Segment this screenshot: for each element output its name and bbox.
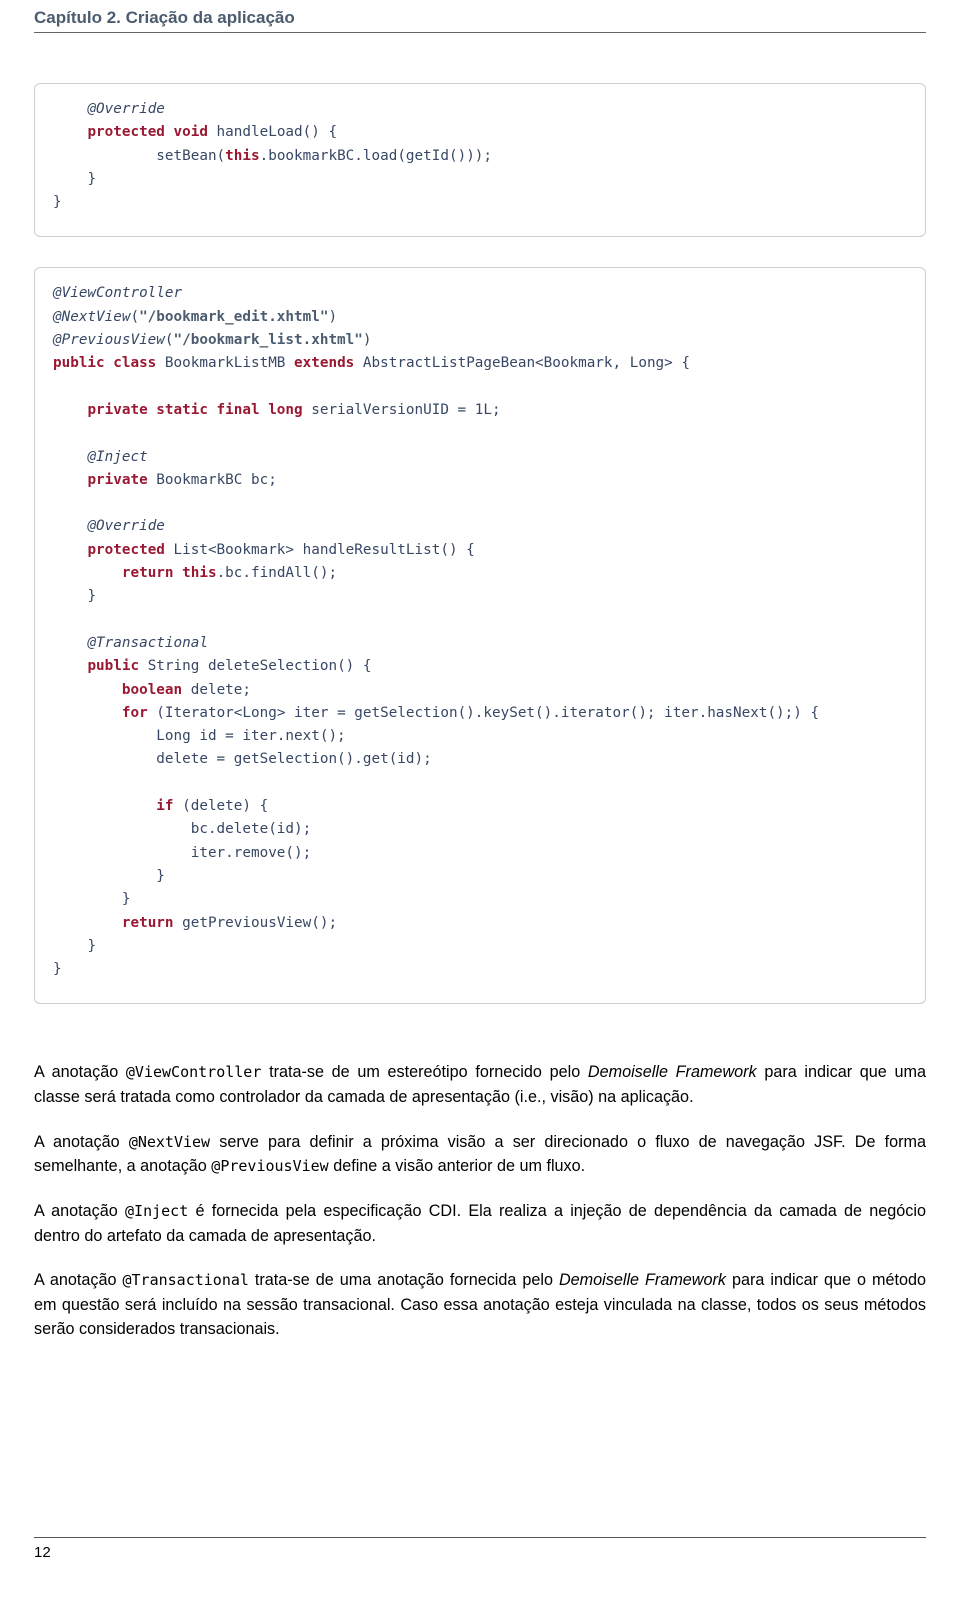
code-panel-1: @Override protected void handleLoad() { … — [34, 83, 926, 237]
paragraph-inject: A anotação @Inject é fornecida pela espe… — [34, 1199, 926, 1248]
inline-code-nextview: @NextView — [129, 1133, 210, 1151]
chapter-title: Capítulo 2. Criação da aplicação — [34, 8, 926, 28]
paragraph-nextview: A anotação @NextView serve para definir … — [34, 1130, 926, 1179]
paragraph-transactional: A anotação @Transactional trata-se de um… — [34, 1268, 926, 1342]
header-rule — [34, 32, 926, 33]
page-number: 12 — [34, 1544, 926, 1561]
inline-code-inject: @Inject — [125, 1202, 188, 1220]
paragraph-viewcontroller: A anotação @ViewController trata-se de u… — [34, 1060, 926, 1109]
code-listing-2: @ViewController @NextView("/bookmark_edi… — [53, 282, 907, 981]
inline-code-previousview: @PreviousView — [211, 1157, 328, 1175]
inline-code-transactional: @Transactional — [122, 1271, 248, 1289]
footer-rule — [34, 1537, 926, 1538]
code-panel-2: @ViewController @NextView("/bookmark_edi… — [34, 267, 926, 1004]
page-footer: 12 — [34, 1537, 926, 1561]
code-listing-1: @Override protected void handleLoad() { … — [53, 98, 907, 214]
body-text: A anotação @ViewController trata-se de u… — [34, 1060, 926, 1342]
inline-code-viewcontroller: @ViewController — [126, 1063, 261, 1081]
